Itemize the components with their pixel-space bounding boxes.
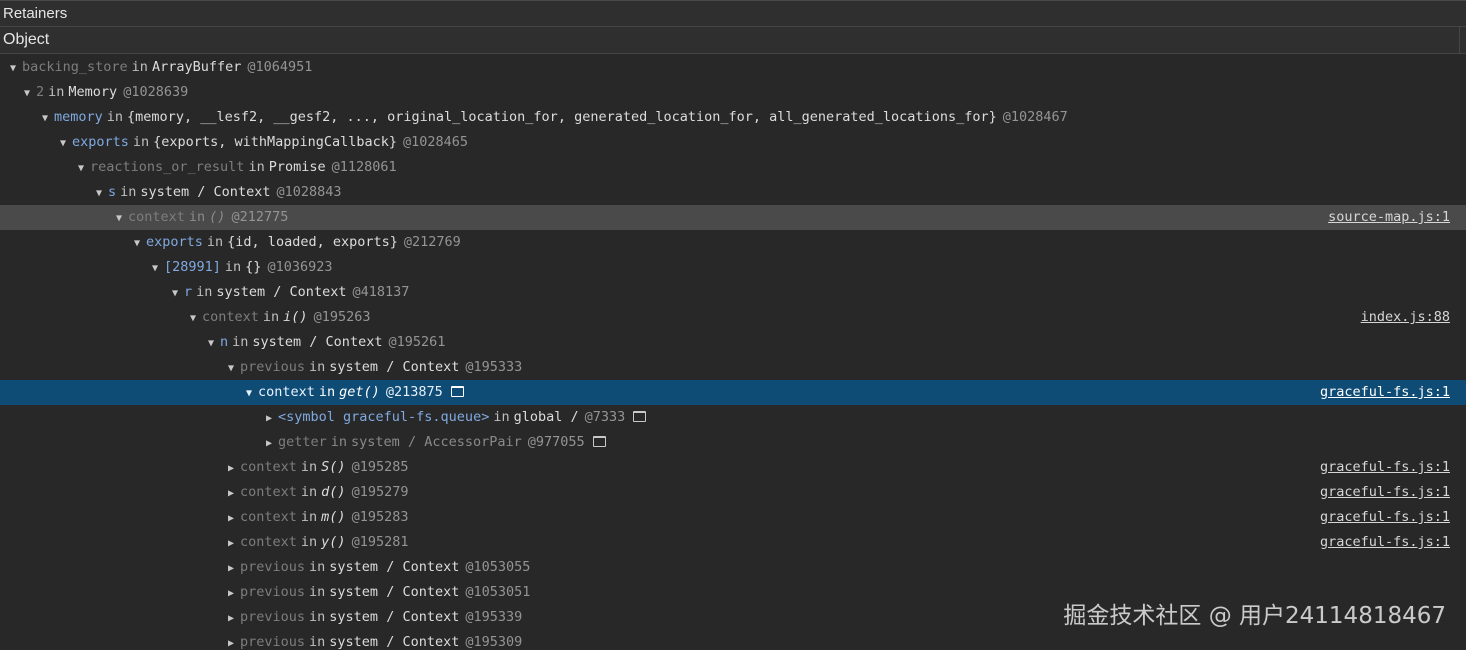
retainers-tree[interactable]: ▼ backing_store in ArrayBuffer @1064951 ▼ 2 in… — [0, 55, 1466, 650]
tree-row[interactable]: ▼ memory in {memory, __lesf2, __gesf2, ...,… — [0, 105, 1466, 130]
tree-row[interactable]: ▼ backing_store in ArrayBuffer @1064951 — [0, 55, 1466, 80]
reveal-in-summary-icon[interactable] — [592, 436, 606, 447]
source-link[interactable]: graceful-fs.js:1 — [1320, 380, 1450, 405]
expanded-triangle-icon[interactable]: ▼ — [112, 206, 126, 231]
tree-row[interactable]: ▶ previous in system / Context @195309 — [0, 630, 1466, 650]
expanded-triangle-icon[interactable]: ▼ — [204, 331, 218, 356]
collapsed-triangle-icon[interactable]: ▶ — [262, 431, 276, 456]
tree-row[interactable]: ▶ context in d() @195279 graceful-fs.js:1 — [0, 480, 1466, 505]
retainers-title: Retainers — [3, 5, 68, 22]
expanded-triangle-icon[interactable]: ▼ — [168, 281, 182, 306]
expanded-triangle-icon[interactable]: ▼ — [74, 156, 88, 181]
tree-row[interactable]: ▼ s in system / Context @1028843 — [0, 180, 1466, 205]
source-link[interactable]: graceful-fs.js:1 — [1320, 480, 1450, 505]
tree-row[interactable]: ▼ previous in system / Context @195333 — [0, 355, 1466, 380]
collapsed-triangle-icon[interactable]: ▶ — [262, 406, 276, 431]
collapsed-triangle-icon[interactable]: ▶ — [224, 531, 238, 556]
collapsed-triangle-icon[interactable]: ▶ — [224, 631, 238, 650]
tree-row[interactable]: ▶ context in y() @195281 graceful-fs.js:1 — [0, 530, 1466, 555]
expanded-triangle-icon[interactable]: ▼ — [242, 381, 256, 406]
collapsed-triangle-icon[interactable]: ▶ — [224, 506, 238, 531]
tree-row[interactable]: ▶ context in m() @195283 graceful-fs.js:1 — [0, 505, 1466, 530]
expanded-triangle-icon[interactable]: ▼ — [92, 181, 106, 206]
tree-row[interactable]: ▼ [28991] in{} @1036923 — [0, 255, 1466, 280]
tree-row[interactable]: ▶ context in S() @195285 graceful-fs.js:1 — [0, 455, 1466, 480]
expanded-triangle-icon[interactable]: ▼ — [20, 81, 34, 106]
tree-row[interactable]: ▼ exports in {exports, withMappingCallback}… — [0, 130, 1466, 155]
expanded-triangle-icon[interactable]: ▼ — [148, 256, 162, 281]
source-link[interactable]: graceful-fs.js:1 — [1320, 530, 1450, 555]
collapsed-triangle-icon[interactable]: ▶ — [224, 606, 238, 631]
expanded-triangle-icon[interactable]: ▼ — [6, 56, 20, 81]
tree-row[interactable]: ▼ context in i() @195263 index.js:88 — [0, 305, 1466, 330]
expanded-triangle-icon[interactable]: ▼ — [130, 231, 144, 256]
object-column-header[interactable]: Object — [0, 27, 1466, 54]
tree-row[interactable]: ▶ getter in system / AccessorPair @977055 — [0, 430, 1466, 455]
source-link[interactable]: index.js:88 — [1361, 305, 1450, 330]
reveal-in-summary-icon[interactable] — [633, 411, 647, 422]
collapsed-triangle-icon[interactable]: ▶ — [224, 556, 238, 581]
collapsed-triangle-icon[interactable]: ▶ — [224, 581, 238, 606]
watermark: 掘金技术社区 @ 用户24114818467 — [1063, 603, 1446, 629]
column-divider — [1459, 27, 1466, 53]
object-column-label: Object — [3, 31, 50, 48]
reveal-in-summary-icon[interactable] — [450, 386, 464, 397]
tree-row[interactable]: ▶ <symbol graceful-fs.queue> in global / @73… — [0, 405, 1466, 430]
expanded-triangle-icon[interactable]: ▼ — [38, 106, 52, 131]
tree-row[interactable]: ▼ n in system / Context @195261 — [0, 330, 1466, 355]
collapsed-triangle-icon[interactable]: ▶ — [224, 456, 238, 481]
tree-row[interactable]: ▼ r in system / Context @418137 — [0, 280, 1466, 305]
tree-row-hovered[interactable]: ▼ context in() @212775 source-map.js:1 — [0, 205, 1466, 230]
tree-row[interactable]: ▼ exports in {id, loaded, exports} @212769 — [0, 230, 1466, 255]
tree-row[interactable]: ▶ previous in system / Context @1053055 — [0, 555, 1466, 580]
expanded-triangle-icon[interactable]: ▼ — [56, 131, 70, 156]
tree-row[interactable]: ▼ reactions_or_result in Promise @1128061 — [0, 155, 1466, 180]
retainers-panel-title: Retainers — [0, 0, 1466, 27]
tree-row[interactable]: ▼ 2 in Memory @1028639 — [0, 80, 1466, 105]
tree-row-selected[interactable]: ▼ context in get() @213875 graceful-fs.js:1 — [0, 380, 1466, 405]
source-link[interactable]: source-map.js:1 — [1328, 205, 1450, 230]
expanded-triangle-icon[interactable]: ▼ — [224, 356, 238, 381]
source-link[interactable]: graceful-fs.js:1 — [1320, 455, 1450, 480]
source-link[interactable]: graceful-fs.js:1 — [1320, 505, 1450, 530]
expanded-triangle-icon[interactable]: ▼ — [186, 306, 200, 331]
collapsed-triangle-icon[interactable]: ▶ — [224, 481, 238, 506]
